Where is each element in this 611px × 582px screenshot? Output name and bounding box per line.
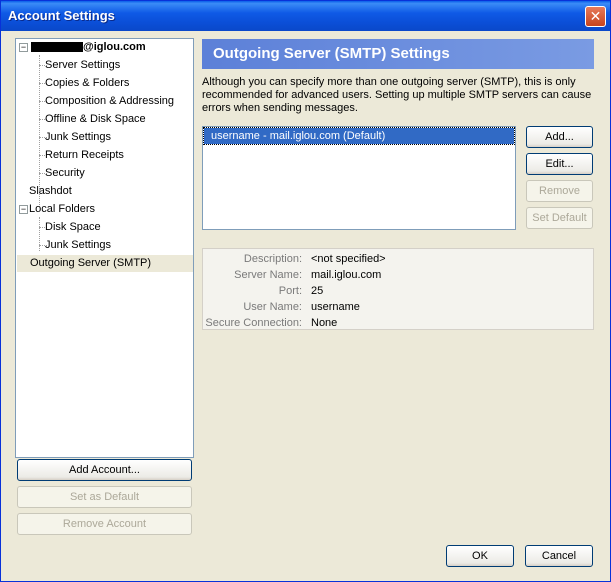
port-label: Port: (278, 285, 302, 297)
tree-item-outgoing-server[interactable]: Outgoing Server (SMTP) (17, 255, 193, 272)
edit-server-button[interactable]: Edit... (526, 153, 593, 175)
remove-account-button[interactable]: Remove Account (17, 513, 192, 535)
tree-item-offline-disk-space[interactable]: Offline & Disk Space (45, 111, 146, 128)
tree-item-slashdot[interactable]: Slashdot (29, 183, 72, 200)
list-item[interactable]: username - mail.iglou.com (Default) (203, 127, 515, 145)
add-account-button[interactable]: Add Account... (17, 459, 192, 481)
tree-item-copies-folders[interactable]: Copies & Folders (45, 75, 129, 92)
port-value: 25 (311, 285, 324, 297)
tree-item-server-settings[interactable]: Server Settings (45, 57, 120, 74)
set-default-server-button[interactable]: Set Default (526, 207, 593, 229)
window-title: Account Settings (8, 8, 115, 23)
server-details: Description: <not specified> Server Name… (202, 248, 594, 330)
description-label: Description: (243, 253, 302, 265)
tree-item-return-receipts[interactable]: Return Receipts (45, 147, 124, 164)
server-name-value: mail.iglou.com (311, 269, 382, 281)
collapse-icon[interactable]: − (19, 43, 28, 52)
user-name-label: User Name: (243, 301, 302, 313)
detail-row-user-name: User Name: username (203, 299, 593, 315)
account-email-suffix: @iglou.com (83, 41, 146, 53)
redacted-username (31, 42, 83, 53)
panel-description: Although you can specify more than one o… (202, 76, 592, 114)
account-settings-window: Account Settings ✕ − @iglou.com Server S… (0, 0, 611, 582)
remove-server-button[interactable]: Remove (526, 180, 593, 202)
set-as-default-button[interactable]: Set as Default (17, 486, 192, 508)
close-icon[interactable]: ✕ (585, 6, 606, 27)
detail-row-port: Port: 25 (203, 283, 593, 299)
tree-item-local-folders[interactable]: Local Folders (29, 201, 95, 218)
detail-row-secure-connection: Secure Connection: None (203, 315, 593, 331)
panel-title: Outgoing Server (SMTP) Settings (202, 39, 594, 69)
title-bar[interactable]: Account Settings ✕ (1, 1, 610, 31)
detail-row-server-name: Server Name: mail.iglou.com (203, 267, 593, 283)
tree-item-local-junk-settings[interactable]: Junk Settings (45, 237, 111, 254)
tree-item-account[interactable]: @iglou.com (31, 39, 146, 56)
ok-button[interactable]: OK (446, 545, 514, 567)
tree-item-security[interactable]: Security (45, 165, 85, 182)
account-tree[interactable]: − @iglou.com Server Settings Copies & Fo… (15, 38, 194, 458)
collapse-icon[interactable]: − (19, 205, 28, 214)
description-value: <not specified> (311, 253, 386, 265)
tree-item-composition-addressing[interactable]: Composition & Addressing (45, 93, 174, 110)
tree-item-disk-space[interactable]: Disk Space (45, 219, 101, 236)
tree-item-junk-settings[interactable]: Junk Settings (45, 129, 111, 146)
add-server-button[interactable]: Add... (526, 126, 593, 148)
cancel-button[interactable]: Cancel (525, 545, 593, 567)
detail-row-description: Description: <not specified> (203, 251, 593, 267)
secure-connection-value: None (311, 317, 338, 329)
server-name-label: Server Name: (234, 269, 302, 281)
secure-connection-label: Secure Connection: (205, 317, 302, 329)
user-name-value: username (311, 301, 360, 313)
smtp-server-list[interactable]: username - mail.iglou.com (Default) (202, 126, 516, 230)
